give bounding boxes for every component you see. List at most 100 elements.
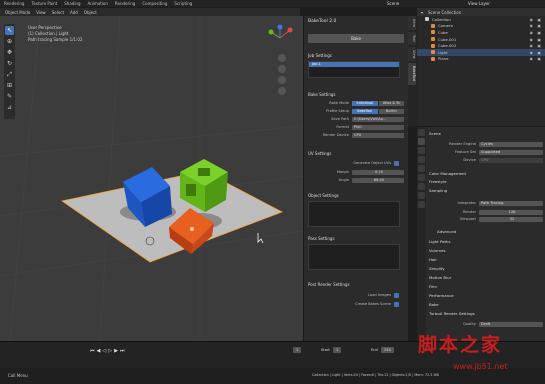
- generate-uv-checkbox[interactable]: [394, 160, 399, 166]
- annotate-icon[interactable]: ✎: [5, 92, 14, 101]
- cursor-icon[interactable]: ⊕: [5, 37, 14, 46]
- tab-baketool[interactable]: BakeTool: [408, 63, 416, 85]
- render-device-dropdown[interactable]: CPU: [352, 132, 404, 138]
- move-icon[interactable]: ✥: [5, 48, 14, 57]
- prev-key-icon[interactable]: ◀: [97, 348, 101, 354]
- advanced-header[interactable]: Advanced: [437, 229, 456, 234]
- select-box-icon[interactable]: ↖: [5, 26, 14, 35]
- tab-item[interactable]: Item: [408, 16, 416, 30]
- save-path-field[interactable]: C:\Users\Vict\Ap...: [352, 116, 404, 122]
- render-icon[interactable]: ▣: [537, 37, 541, 42]
- workspace-tab[interactable]: Compositing: [142, 1, 167, 6]
- jump-start-icon[interactable]: ⏮: [90, 348, 95, 354]
- mode-dropdown[interactable]: Object Mode: [5, 10, 30, 15]
- hair-header[interactable]: Hair: [429, 257, 437, 262]
- 3d-viewport[interactable]: [0, 16, 303, 341]
- jump-end-icon[interactable]: ⏭: [120, 348, 125, 354]
- object-menu[interactable]: Object: [84, 10, 97, 15]
- integrator-dropdown[interactable]: Path Tracing: [479, 200, 543, 206]
- film-header[interactable]: Film: [429, 284, 437, 289]
- pass-list[interactable]: [308, 244, 400, 270]
- quality-dropdown[interactable]: Draft: [479, 321, 543, 327]
- outliner-item-cube-002[interactable]: Cube.002 ◉ ▣: [417, 42, 545, 49]
- job-list[interactable]: Job.1: [308, 61, 400, 78]
- render-icon[interactable]: ▣: [537, 43, 541, 48]
- color-management-header[interactable]: Color Management: [429, 171, 466, 176]
- select-menu[interactable]: Select: [52, 10, 64, 15]
- performance-header[interactable]: Performance: [429, 293, 454, 298]
- tool-tab-icon[interactable]: [418, 129, 425, 136]
- next-key-icon[interactable]: ▶: [114, 348, 118, 354]
- axis-gizmo-icon[interactable]: [262, 24, 302, 50]
- uv-settings-header[interactable]: UV Settings: [308, 151, 331, 156]
- filter-icon[interactable]: ▾: [421, 10, 423, 15]
- load-images-checkbox[interactable]: [394, 292, 399, 298]
- device-dropdown[interactable]: CPU: [479, 157, 543, 163]
- outliner-item-light[interactable]: Light ◉ ▣: [417, 48, 545, 56]
- render-engine-dropdown[interactable]: Cycles: [479, 141, 543, 147]
- visibility-icon[interactable]: ◉: [530, 30, 533, 35]
- bake-settings-header[interactable]: Bake Settings: [308, 92, 336, 97]
- pan-icon[interactable]: [278, 65, 286, 73]
- visibility-icon[interactable]: ◉: [530, 56, 533, 61]
- material-tab-icon[interactable]: [418, 201, 425, 208]
- scale-icon[interactable]: ⤢: [5, 70, 14, 79]
- bake-mode-atlas[interactable]: Atlas & Ta: [378, 100, 404, 106]
- simplify-header[interactable]: Simplify: [429, 266, 445, 271]
- workspace-tab[interactable]: Shading: [64, 1, 80, 6]
- volumes-header[interactable]: Volumes: [429, 248, 446, 253]
- view-menu[interactable]: View: [36, 10, 46, 15]
- visibility-icon[interactable]: ◉: [530, 50, 533, 55]
- play-icon[interactable]: ▷: [108, 348, 112, 354]
- object-settings-header[interactable]: Object Settings: [308, 193, 339, 198]
- modifier-tab-icon[interactable]: [418, 192, 425, 199]
- job-settings-header[interactable]: Job Settings: [308, 53, 332, 58]
- margin-field[interactable]: 0.10: [352, 169, 404, 175]
- workspace-tab[interactable]: Rendering: [4, 1, 24, 6]
- measure-icon[interactable]: ⊿: [5, 103, 14, 112]
- workspace-tab[interactable]: Scripting: [174, 1, 192, 6]
- play-reverse-icon[interactable]: ◁: [102, 348, 106, 354]
- render-samples-field[interactable]: 128: [479, 209, 543, 215]
- current-frame-field[interactable]: 1: [293, 347, 302, 353]
- format-dropdown[interactable]: PNG: [352, 124, 404, 130]
- render-icon[interactable]: ▣: [537, 56, 541, 61]
- world-tab-icon[interactable]: [418, 174, 425, 181]
- bake-header[interactable]: Bake: [429, 302, 439, 307]
- freestyle-header[interactable]: Freestyle: [429, 179, 447, 184]
- pass-settings-header[interactable]: Pass Settings: [308, 236, 335, 241]
- outliner-item-cube[interactable]: Cube ◉ ▣: [417, 29, 545, 36]
- zoom-icon[interactable]: [278, 54, 286, 62]
- sampling-header[interactable]: Sampling: [429, 188, 447, 193]
- outliner-item-cube-001[interactable]: Cube.001 ◉ ▣: [417, 36, 545, 43]
- object-tab-icon[interactable]: [418, 183, 425, 190]
- render-tab-icon[interactable]: [418, 138, 425, 145]
- view-layer-selector[interactable]: View Layer: [468, 1, 490, 6]
- workspace-tab[interactable]: Animation: [88, 1, 108, 6]
- scene-tab-icon[interactable]: [418, 165, 425, 172]
- visibility-icon[interactable]: ◉: [530, 23, 533, 28]
- tab-tool[interactable]: Tool: [408, 31, 416, 45]
- create-bake-scene-checkbox[interactable]: [394, 301, 399, 307]
- render-icon[interactable]: ▣: [537, 23, 541, 28]
- light-paths-header[interactable]: Light Paths: [429, 239, 451, 244]
- transform-icon[interactable]: ⊞: [5, 81, 14, 90]
- visibility-icon[interactable]: ◉: [530, 37, 533, 42]
- ortho-toggle-icon[interactable]: [278, 87, 286, 95]
- add-menu[interactable]: Add: [70, 10, 78, 15]
- view-layer-tab-icon[interactable]: [418, 156, 425, 163]
- scene-selector[interactable]: Scene: [387, 1, 399, 6]
- workspace-tab[interactable]: Rendering: [115, 1, 135, 6]
- post-render-header[interactable]: Post Render Settings: [308, 282, 350, 287]
- workspace-tab[interactable]: Texture Paint: [31, 1, 57, 6]
- outliner-item-camera[interactable]: Camera ◉ ▣: [417, 23, 545, 30]
- profile-baketool[interactable]: BakeTool: [352, 108, 378, 114]
- viewport-samples-field[interactable]: 32: [479, 216, 543, 222]
- visibility-icon[interactable]: ◉: [530, 17, 533, 22]
- render-icon[interactable]: ▣: [537, 30, 541, 35]
- outliner-item-collection[interactable]: Collection ◉ ▣: [417, 16, 545, 23]
- profile-builtin[interactable]: Builtin: [378, 108, 404, 114]
- output-tab-icon[interactable]: [418, 147, 425, 154]
- tab-view[interactable]: View: [408, 46, 416, 62]
- visibility-icon[interactable]: ◉: [530, 43, 533, 48]
